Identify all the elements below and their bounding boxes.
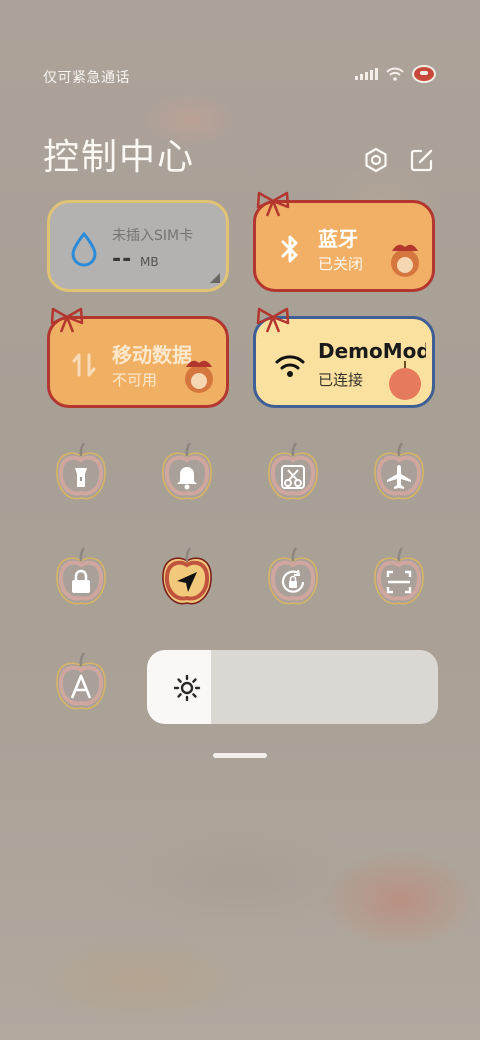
- bluetooth-icon: [281, 235, 298, 263]
- toggle-airplane-mode[interactable]: [370, 440, 428, 506]
- status-icons: [355, 64, 436, 84]
- scissors-icon: [281, 465, 305, 489]
- carrier-status: 仅可紧急通话: [43, 70, 130, 86]
- toggle-lock-screen[interactable]: [52, 545, 110, 611]
- toggle-flashlight[interactable]: [52, 440, 110, 506]
- water-drop-icon: [71, 231, 97, 267]
- airplane-icon: [387, 465, 411, 489]
- settings-icon[interactable]: [362, 146, 390, 174]
- brightness-slider[interactable]: [147, 650, 438, 724]
- toggle-auto-rotate[interactable]: [264, 545, 322, 611]
- mobile-data-tile[interactable]: 移动数据 不可用: [47, 307, 229, 408]
- wifi-tile[interactable]: DemoMod 已连接: [253, 307, 435, 408]
- sim-status-label: 未插入SIM卡: [112, 228, 194, 244]
- bow-decoration-icon: [256, 307, 290, 333]
- auto-brightness-icon: [70, 674, 92, 699]
- edit-icon[interactable]: [408, 146, 436, 174]
- expand-corner-icon: [210, 273, 220, 283]
- wifi-icon: [386, 67, 404, 81]
- toggle-auto-brightness[interactable]: [52, 650, 110, 716]
- mobile-data-status: 不可用: [112, 371, 158, 389]
- signal-icon: [355, 68, 378, 80]
- page-title: 控制中心: [43, 137, 196, 178]
- data-usage-value: --: [112, 247, 133, 272]
- bow-decoration-icon: [50, 307, 84, 333]
- toggle-ringer[interactable]: [158, 440, 216, 506]
- bluetooth-status: 已关闭: [318, 255, 364, 273]
- data-usage-unit: MB: [140, 255, 159, 269]
- bow-decoration-icon: [256, 191, 290, 217]
- toggle-screenshot[interactable]: [264, 440, 322, 506]
- bluetooth-title: 蓝牙: [318, 227, 358, 251]
- wifi-icon: [275, 355, 305, 377]
- girl-decoration-icon: [185, 360, 213, 393]
- battery-icon: [412, 65, 436, 83]
- flashlight-icon: [75, 468, 87, 487]
- bell-icon: [177, 467, 197, 490]
- apple-decoration-icon: [389, 361, 421, 400]
- toggle-location[interactable]: [158, 545, 216, 611]
- location-arrow-icon: [177, 572, 197, 592]
- data-arrows-icon: [72, 353, 96, 377]
- girl-decoration-icon: [391, 244, 419, 277]
- bluetooth-tile[interactable]: 蓝牙 已关闭: [253, 191, 435, 292]
- home-handle[interactable]: [213, 753, 267, 758]
- rotate-lock-icon: [281, 569, 305, 593]
- sun-icon: [173, 674, 201, 702]
- wifi-status: 已连接: [318, 371, 364, 389]
- toggle-scanner[interactable]: [370, 545, 428, 611]
- data-usage-tile[interactable]: 未插入SIM卡 -- MB: [47, 200, 229, 292]
- scan-icon: [386, 570, 412, 594]
- lock-icon: [72, 569, 90, 593]
